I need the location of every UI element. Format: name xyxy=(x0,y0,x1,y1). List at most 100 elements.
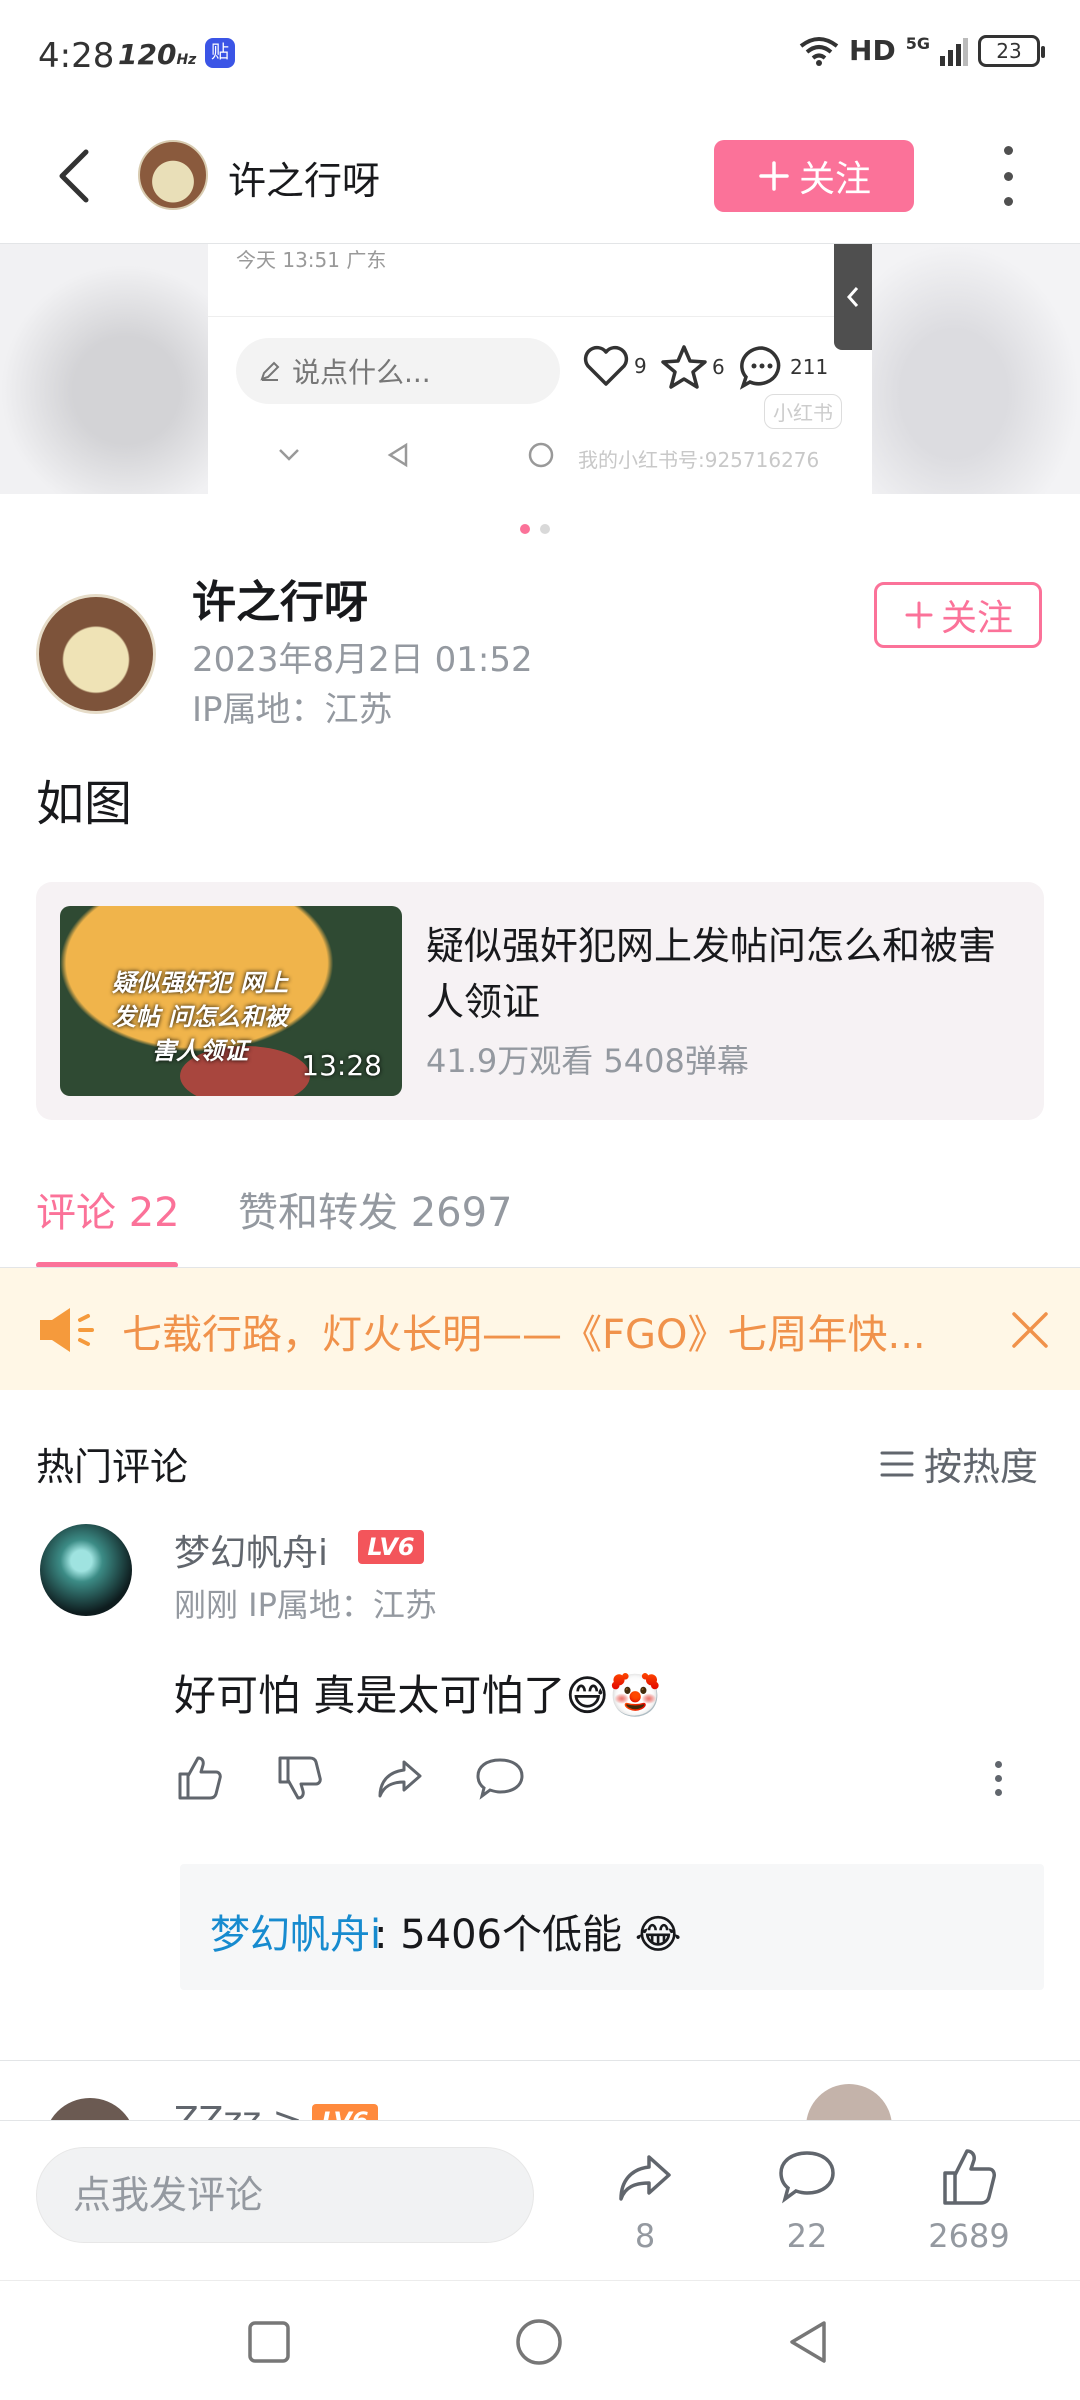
screenshot-like: 9 xyxy=(582,344,647,388)
reply-author[interactable]: 梦幻帆舟i xyxy=(210,1902,381,1960)
nav-author-name[interactable]: 许之行呀 xyxy=(228,150,380,205)
collapse-handle[interactable] xyxy=(834,244,872,350)
wifi-icon xyxy=(799,36,839,66)
back-arrow-icon[interactable] xyxy=(46,146,106,206)
sort-label: 按热度 xyxy=(924,1445,1039,1489)
level-badge: LV6 xyxy=(358,1530,424,1564)
video-duration: 13:28 xyxy=(301,1049,382,1082)
thumbs-up-icon xyxy=(943,2149,996,2205)
screenshot-image[interactable]: 今天 13:51 广东 说点什么... 9 6 211 小红书 我的小红书号:9… xyxy=(208,244,872,494)
network-label: HD xyxy=(849,34,896,67)
back-triangle-icon[interactable] xyxy=(784,2317,834,2367)
screenshot-input: 说点什么... xyxy=(236,338,560,404)
carousel-dot xyxy=(540,524,550,534)
screenshot-input-text: 说点什么... xyxy=(292,356,431,389)
notice-text[interactable]: 七载行路，灯火长明——《FGO》七周年快... xyxy=(122,1302,942,1360)
follow-button[interactable]: 关注 xyxy=(714,140,914,212)
chevron-down-icon xyxy=(279,449,299,461)
blurred-image-right xyxy=(870,244,1080,494)
status-time: 4:28 xyxy=(38,36,115,76)
screenshot-star: 6 xyxy=(660,344,725,390)
comment-actions xyxy=(174,1752,1004,1812)
share-button[interactable]: 8 xyxy=(590,2145,700,2255)
post-text: 如图 xyxy=(36,776,133,832)
screenshot-comment-count: 211 xyxy=(790,355,829,379)
chevron-left-icon xyxy=(846,287,859,307)
share-icon xyxy=(619,2155,671,2201)
blurred-image-left xyxy=(0,264,210,494)
plus-icon xyxy=(759,161,789,191)
comment-text[interactable]: 好可怕 真是太可怕了😅🤡 xyxy=(174,1662,661,1723)
thumbs-down-icon[interactable] xyxy=(274,1752,326,1804)
follow-label: 关注 xyxy=(798,159,871,200)
like-button[interactable]: 2689 xyxy=(914,2145,1024,2255)
screenshot-divider xyxy=(208,316,872,317)
more-options-icon[interactable] xyxy=(996,146,1020,206)
reply-text: : 5406个低能 😂 xyxy=(374,1912,682,1958)
follow-outline-label: 关注 xyxy=(940,598,1013,639)
hot-comments-title: 热门评论 xyxy=(36,1445,189,1489)
commenter-name[interactable]: 梦幻帆舟i xyxy=(174,1524,328,1576)
image-carousel[interactable]: 今天 13:51 广东 说点什么... 9 6 211 小红书 我的小红书号:9… xyxy=(0,244,1080,494)
tab-comments[interactable]: 评论 22 xyxy=(36,1180,180,1238)
signal-icon xyxy=(940,37,968,66)
home-circle-icon xyxy=(528,442,554,468)
status-bar: 4:28 120Hz 贴 HD 5G 23 xyxy=(0,0,1080,110)
author-avatar-small[interactable] xyxy=(138,140,208,210)
battery-icon: 23 xyxy=(978,34,1045,67)
speaker-icon xyxy=(40,1308,94,1352)
tieba-app-icon: 贴 xyxy=(205,38,235,68)
comment-more-icon[interactable] xyxy=(972,1752,1024,1804)
thumbnail-caption: 疑似强奸犯 网上发帖 问怎么和被害人领证 xyxy=(111,969,289,1065)
screenshot-star-count: 6 xyxy=(712,355,725,379)
comment-icon xyxy=(779,2151,835,2204)
comment-tabs: 评论 22 赞和转发 2697 xyxy=(0,1180,1080,1268)
status-indicators: HD 5G 23 xyxy=(799,34,1045,67)
screenshot-like-count: 9 xyxy=(634,354,647,378)
carousel-dot-active xyxy=(520,524,530,534)
comment-separator xyxy=(0,2060,1080,2061)
comment-meta: 刚刚 IP属地：江苏 xyxy=(174,1586,437,1624)
screenshot-time: 今天 13:51 广东 xyxy=(236,248,387,272)
carousel-indicator xyxy=(520,524,550,534)
pencil-icon xyxy=(260,361,280,381)
author-name[interactable]: 许之行呀 xyxy=(192,566,368,630)
video-card[interactable]: 疑似强奸犯 网上发帖 问怎么和被害人领证 13:28 疑似强奸犯网上发帖问怎么和… xyxy=(36,882,1044,1120)
screenshot-tag: 小红书 xyxy=(764,394,842,429)
author-avatar[interactable] xyxy=(36,594,156,714)
commenter-avatar[interactable] xyxy=(40,1524,132,1616)
reply-bubble-icon[interactable] xyxy=(474,1752,526,1804)
post-ip-location: IP属地：江苏 xyxy=(192,690,393,730)
comment-button[interactable]: 22 xyxy=(752,2145,862,2255)
share-arrow-icon[interactable] xyxy=(374,1752,426,1804)
refresh-rate-unit: Hz xyxy=(176,52,197,68)
star-icon xyxy=(661,345,707,389)
bottom-action-bar: 点我发评论 8 22 2689 xyxy=(0,2120,1080,2280)
tab-likes-reposts[interactable]: 赞和转发 2697 xyxy=(238,1180,513,1238)
back-triangle-icon xyxy=(387,442,408,468)
close-icon[interactable] xyxy=(1008,1308,1052,1352)
refresh-rate: 120Hz xyxy=(118,38,196,71)
sort-button[interactable]: 按热度 xyxy=(880,1436,1038,1491)
post-date: 2023年8月2日 01:52 xyxy=(192,640,533,680)
comment-input[interactable]: 点我发评论 xyxy=(36,2147,534,2243)
chat-bubble-icon xyxy=(739,346,781,390)
video-thumbnail[interactable]: 疑似强奸犯 网上发帖 问怎么和被害人领证 13:28 xyxy=(60,906,402,1096)
top-nav: 许之行呀 关注 xyxy=(0,110,1080,244)
refresh-rate-value: 120 xyxy=(118,38,177,71)
screenshot-comment: 211 xyxy=(738,344,828,390)
notice-banner[interactable]: 七载行路，灯火长明——《FGO》七周年快... xyxy=(0,1268,1080,1390)
system-nav-bar xyxy=(0,2280,1080,2400)
reply-preview[interactable]: 梦幻帆舟i : 5406个低能 😂 xyxy=(180,1864,1044,1990)
home-circle-icon[interactable] xyxy=(514,2317,564,2367)
thumbs-up-icon[interactable] xyxy=(174,1752,226,1804)
follow-outline-button[interactable]: 关注 xyxy=(874,582,1042,648)
recents-square-icon[interactable] xyxy=(244,2317,294,2367)
video-title[interactable]: 疑似强奸犯网上发帖问怎么和被害人领证 xyxy=(426,918,1006,1030)
share-count: 8 xyxy=(634,2217,656,2255)
menu-lines-icon xyxy=(880,1451,914,1476)
comment-count: 22 xyxy=(786,2217,828,2255)
plus-icon xyxy=(905,601,933,629)
heart-icon xyxy=(583,345,629,386)
network-gen: 5G xyxy=(905,34,930,53)
